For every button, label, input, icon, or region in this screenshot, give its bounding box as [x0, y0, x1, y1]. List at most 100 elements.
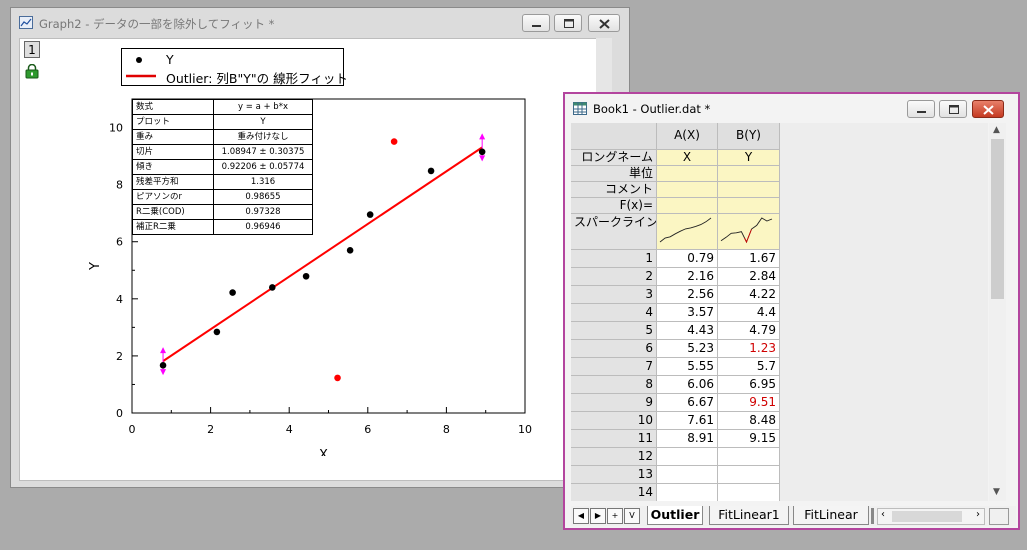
data-point[interactable] [427, 167, 435, 175]
label-row-header[interactable]: 単位 [571, 166, 657, 182]
next-sheet-button[interactable]: ▶ [590, 508, 606, 524]
data-cell-a[interactable]: 2.16 [657, 268, 718, 286]
data-point[interactable] [159, 362, 167, 369]
data-point[interactable] [346, 246, 354, 254]
data-cell-a[interactable] [657, 484, 718, 501]
data-cell-a[interactable]: 3.57 [657, 304, 718, 322]
sheet-vertical-scrollbar[interactable]: ▲ ▼ [989, 123, 1006, 501]
data-cell-a[interactable] [657, 448, 718, 466]
layer-1-button[interactable]: 1 [24, 41, 40, 58]
book-minimize-button[interactable] [907, 100, 935, 118]
data-point[interactable] [229, 289, 236, 296]
data-point[interactable] [269, 284, 276, 291]
data-cell-a[interactable]: 4.43 [657, 322, 718, 340]
data-cell-b[interactable]: 2.84 [718, 268, 780, 286]
data-cell-a[interactable]: 7.61 [657, 412, 718, 430]
data-point[interactable] [366, 211, 374, 218]
row-header[interactable]: 5 [571, 322, 657, 340]
col-header-b[interactable]: B(Y) [718, 123, 780, 150]
data-point[interactable] [390, 138, 398, 145]
graph-window[interactable]: Graph2 - データの一部を除外してフィット * 1 Y Outlier: … [10, 7, 630, 488]
data-cell-a[interactable]: 2.56 [657, 286, 718, 304]
data-cell-a[interactable] [657, 466, 718, 484]
data-point[interactable] [334, 374, 341, 382]
graph-titlebar[interactable]: Graph2 - データの一部を除外してフィット * [11, 8, 629, 38]
data-cell-a[interactable]: 0.79 [657, 250, 718, 268]
row-header[interactable]: 7 [571, 358, 657, 376]
legend-box[interactable]: Y Outlier: 列B"Y"の 線形フィット [121, 48, 348, 86]
data-cell-b[interactable]: 6.95 [718, 376, 780, 394]
row-header[interactable]: 13 [571, 466, 657, 484]
row-header[interactable]: 2 [571, 268, 657, 286]
fit-results-table[interactable]: 数式 y = a + b*x プロット Y 重み 重み付けなし 切片 1.08947 ± 0.… [132, 99, 313, 235]
label-cell[interactable] [718, 166, 780, 182]
data-cell-b[interactable]: 9.51 [718, 394, 780, 412]
resize-grip[interactable] [989, 508, 1009, 525]
row-header[interactable]: 1 [571, 250, 657, 268]
label-cell[interactable] [657, 182, 718, 198]
data-cell-a[interactable]: 5.55 [657, 358, 718, 376]
data-cell-b[interactable]: 9.15 [718, 430, 780, 448]
data-cell-b[interactable] [718, 448, 780, 466]
label-cell[interactable] [718, 214, 780, 250]
row-header[interactable]: 8 [571, 376, 657, 394]
book-window[interactable]: Book1 - Outlier.dat * A(X) B(Y) ロングネーム X Y 単位… [563, 92, 1020, 530]
row-header[interactable]: 12 [571, 448, 657, 466]
data-cell-b[interactable]: 4.22 [718, 286, 780, 304]
sheet-tab[interactable]: FitLinear1 [709, 506, 789, 525]
add-sheet-button[interactable]: + [607, 508, 623, 524]
row-header[interactable]: 6 [571, 340, 657, 358]
label-cell[interactable] [718, 182, 780, 198]
row-header[interactable]: 3 [571, 286, 657, 304]
data-cell-a[interactable]: 8.91 [657, 430, 718, 448]
label-row-header[interactable]: F(x)= [571, 198, 657, 214]
close-button[interactable] [588, 14, 620, 32]
scroll-left-arrow-icon[interactable]: ‹ [881, 509, 885, 520]
horizontal-scrollbar[interactable]: ‹ › [877, 508, 985, 525]
sheet-list-button[interactable]: V [624, 508, 640, 524]
sheet-tab[interactable]: FitLinear [793, 506, 869, 525]
row-header[interactable]: 9 [571, 394, 657, 412]
label-row-header[interactable]: コメント [571, 182, 657, 198]
row-header[interactable]: 14 [571, 484, 657, 501]
label-cell[interactable] [657, 198, 718, 214]
data-cell-b[interactable]: 1.67 [718, 250, 780, 268]
data-cell-a[interactable]: 6.67 [657, 394, 718, 412]
label-cell[interactable]: Y [718, 150, 780, 166]
label-cell[interactable] [657, 214, 718, 250]
label-cell[interactable] [718, 198, 780, 214]
data-cell-a[interactable]: 6.06 [657, 376, 718, 394]
label-cell[interactable] [657, 166, 718, 182]
data-cell-b[interactable] [718, 484, 780, 501]
label-row-header[interactable]: スパークライン [571, 214, 657, 250]
data-cell-b[interactable]: 8.48 [718, 412, 780, 430]
fit-range-marker[interactable] [479, 133, 486, 162]
minimize-button[interactable] [522, 14, 550, 32]
fit-range-marker[interactable] [160, 347, 167, 376]
data-cell-b[interactable]: 4.4 [718, 304, 780, 322]
label-row-header[interactable]: ロングネーム [571, 150, 657, 166]
scroll-down-arrow-icon[interactable]: ▼ [993, 487, 1000, 497]
row-header[interactable]: 4 [571, 304, 657, 322]
data-cell-b[interactable]: 5.7 [718, 358, 780, 376]
data-point[interactable] [478, 148, 486, 156]
prev-sheet-button[interactable]: ◀ [573, 508, 589, 524]
data-cell-b[interactable] [718, 466, 780, 484]
scroll-up-arrow-icon[interactable]: ▲ [993, 125, 1000, 135]
corner-cell[interactable] [571, 123, 657, 150]
data-cell-b[interactable]: 4.79 [718, 322, 780, 340]
scroll-right-arrow-icon[interactable]: › [976, 509, 980, 520]
book-titlebar[interactable]: Book1 - Outlier.dat * [565, 94, 1018, 124]
data-point[interactable] [302, 272, 310, 280]
book-maximize-button[interactable] [939, 100, 967, 118]
sheet-tab[interactable]: Outlier [647, 506, 703, 525]
label-cell[interactable]: X [657, 150, 718, 166]
scroll-thumb[interactable] [991, 139, 1004, 299]
book-close-button[interactable] [972, 100, 1004, 118]
lock-icon[interactable] [25, 64, 39, 79]
tab-splitter[interactable] [871, 508, 874, 524]
data-point[interactable] [213, 328, 221, 336]
col-header-a[interactable]: A(X) [657, 123, 718, 150]
data-cell-a[interactable]: 5.23 [657, 340, 718, 358]
data-cell-b[interactable]: 1.23 [718, 340, 780, 358]
